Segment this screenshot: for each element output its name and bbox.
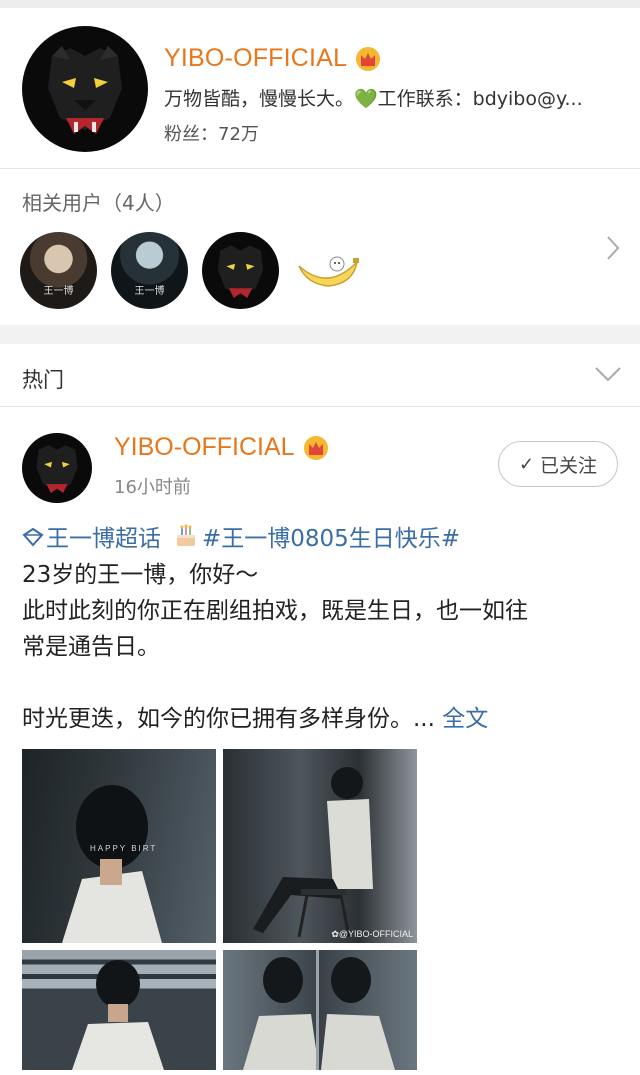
check-icon: ✓	[518, 453, 535, 475]
super-topic-link[interactable]: 王一博超话	[46, 526, 161, 552]
super-topic-diamond-icon	[22, 527, 44, 547]
post-photo[interactable]: ✿@YIBO-OFFICIAL	[223, 749, 417, 943]
post-author-avatar[interactable]	[22, 433, 92, 503]
related-users-section[interactable]: 相关用户（4人） 王一博 王一博	[0, 169, 640, 325]
profile-fans-count: 粉丝：72万	[164, 124, 259, 145]
weibo-post[interactable]: YIBO-OFFICIAL 16小时前 ✓ 已关注 王一博超话 #王一博0805…	[0, 407, 640, 1075]
post-text-line: 23岁的王一博，你好～	[22, 562, 259, 588]
related-user-avatar[interactable]	[202, 232, 279, 309]
panther-logo-icon	[36, 445, 78, 493]
post-topic-line: 王一博超话 #王一博0805生日快乐#	[22, 521, 622, 557]
post-photo[interactable]	[223, 950, 417, 1070]
post-photo[interactable]	[22, 950, 216, 1070]
hot-section-title: 热门	[22, 368, 64, 392]
post-photo[interactable]: HAPPY BIRT	[22, 749, 216, 943]
related-users-avatars: 王一博 王一博	[20, 232, 363, 309]
post-text-line: 时光更迭，如今的你已拥有多样身份。... 全文	[22, 701, 622, 737]
profile-card[interactable]: YIBO-OFFICIAL 万物皆酷，慢慢长大。💚工作联系：bdyibo@y..…	[0, 8, 640, 168]
birthday-cake-icon	[177, 524, 195, 546]
chevron-down-icon[interactable]	[594, 366, 622, 382]
post-text-line: 此时此刻的你正在剧组拍戏，既是生日，也一如往	[22, 598, 528, 624]
crown-badge-icon	[303, 435, 328, 460]
post-author-name[interactable]: YIBO-OFFICIAL	[114, 433, 295, 462]
seated-figure-icon	[253, 767, 373, 938]
avatar-caption: 王一博	[43, 286, 74, 297]
hashtag-link[interactable]: #王一博0805生日快乐#	[202, 526, 460, 552]
top-spacer	[0, 0, 640, 8]
follow-button[interactable]: ✓ 已关注	[498, 441, 618, 487]
follow-button-label: 已关注	[540, 454, 598, 477]
profile-avatar[interactable]	[22, 26, 148, 152]
mirror-portrait-icon	[243, 950, 395, 1070]
related-user-avatar[interactable]: 王一博	[20, 232, 97, 309]
related-user-avatar[interactable]: 王一博	[111, 232, 188, 309]
post-timestamp: 16小时前	[114, 477, 191, 498]
related-users-title: 相关用户（4人）	[22, 191, 175, 215]
post-text-line: 常是通告日。	[22, 634, 160, 660]
crown-badge-icon	[356, 46, 381, 71]
hot-section-header[interactable]: 热门	[0, 344, 640, 406]
photo-caption: ✿@YIBO-OFFICIAL	[331, 929, 413, 939]
panther-logo-icon	[48, 46, 122, 134]
profile-name-row: YIBO-OFFICIAL	[164, 44, 381, 73]
panther-logo-icon	[217, 245, 264, 298]
banana-cat-icon	[298, 256, 359, 287]
full-text-link[interactable]: 全文	[442, 706, 488, 732]
related-user-avatar[interactable]	[293, 232, 363, 309]
post-body: 王一博超话 #王一博0805生日快乐# 23岁的王一博，你好～ 此时此刻的你正在…	[22, 521, 622, 737]
avatar-caption: 王一博	[134, 286, 165, 297]
photo-watermark-text: HAPPY BIRT	[90, 844, 158, 853]
post-text-excerpt: 时光更迭，如今的你已拥有多样身份。...	[22, 706, 435, 732]
portrait-silhouette-icon	[72, 960, 164, 1070]
profile-bio: 万物皆酷，慢慢长大。💚工作联系：bdyibo@y...	[164, 88, 583, 110]
chevron-right-icon[interactable]	[606, 235, 620, 261]
post-author-row: YIBO-OFFICIAL	[114, 433, 329, 462]
profile-name[interactable]: YIBO-OFFICIAL	[164, 44, 347, 73]
